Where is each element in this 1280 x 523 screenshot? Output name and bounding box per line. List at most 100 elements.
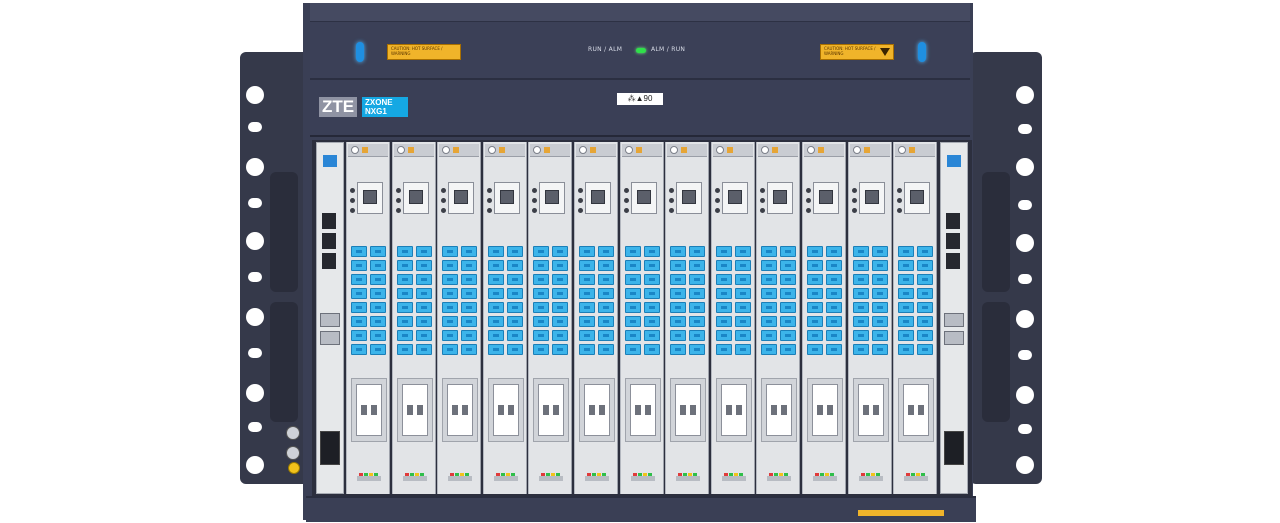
lc-port xyxy=(507,246,523,257)
lc-port-array xyxy=(898,246,934,358)
lc-port xyxy=(397,274,413,285)
optical-module xyxy=(767,182,793,214)
card-latch xyxy=(530,144,570,157)
latch-knob xyxy=(898,146,906,154)
lc-port xyxy=(826,316,842,327)
optical-port xyxy=(545,190,559,204)
mount-hole xyxy=(1016,234,1034,252)
status-leds xyxy=(359,462,383,477)
port xyxy=(322,213,336,229)
latch-knob xyxy=(351,146,359,154)
latch-tag xyxy=(544,147,550,153)
lc-port xyxy=(416,260,432,271)
lc-port xyxy=(670,316,686,327)
lc-port xyxy=(872,288,888,299)
service-card xyxy=(893,142,937,494)
lc-port xyxy=(826,330,842,341)
lc-port xyxy=(416,302,432,313)
latch-knob xyxy=(625,146,633,154)
id-plate: ⁂▲90 xyxy=(617,93,663,105)
optical-port xyxy=(553,405,559,415)
ethernet-port xyxy=(320,313,340,327)
lc-port xyxy=(397,246,413,257)
optical-module xyxy=(812,384,838,436)
lc-port-array xyxy=(579,246,615,358)
model-label: ZXONE NXG1 xyxy=(362,97,408,117)
lc-port xyxy=(533,288,549,299)
lc-port xyxy=(625,330,641,341)
lc-port xyxy=(552,246,568,257)
lc-port xyxy=(807,274,823,285)
optical-module xyxy=(494,182,520,214)
indicator-dot xyxy=(441,208,446,213)
lc-port xyxy=(397,302,413,313)
bottom-label xyxy=(858,510,944,516)
optical-module xyxy=(630,384,656,436)
optical-port xyxy=(910,190,924,204)
indicator-dot xyxy=(578,188,583,193)
right-rack-ear xyxy=(970,52,1042,484)
status-leds xyxy=(678,462,702,477)
lc-port xyxy=(625,260,641,271)
lc-port xyxy=(853,260,869,271)
status-leds xyxy=(541,462,565,477)
mount-slot xyxy=(1018,424,1032,434)
lc-port xyxy=(780,260,796,271)
lc-port xyxy=(644,260,660,271)
model-line-1: ZXONE xyxy=(365,98,393,107)
latch-tag xyxy=(499,147,505,153)
port xyxy=(946,253,960,269)
optical-module xyxy=(859,182,885,214)
ground-screw xyxy=(286,426,300,440)
lc-port xyxy=(780,274,796,285)
lc-port xyxy=(716,260,732,271)
indicator-dot xyxy=(852,198,857,203)
lc-port xyxy=(872,274,888,285)
lc-port xyxy=(853,288,869,299)
lc-port xyxy=(872,260,888,271)
optical-port xyxy=(500,190,514,204)
lc-port xyxy=(416,246,432,257)
lc-port xyxy=(917,288,933,299)
optical-port xyxy=(863,405,869,415)
lc-port xyxy=(507,288,523,299)
indicator-dot xyxy=(396,188,401,193)
fan-handle-led xyxy=(356,42,364,62)
service-card xyxy=(848,142,892,494)
lc-port xyxy=(461,288,477,299)
card-label xyxy=(357,476,381,481)
model-line-2: NXG1 xyxy=(365,107,387,116)
indicator-dot xyxy=(760,208,765,213)
card-label xyxy=(859,476,883,481)
service-card xyxy=(483,142,527,494)
service-card xyxy=(437,142,481,494)
service-card xyxy=(802,142,846,494)
lc-port xyxy=(670,330,686,341)
card-latch xyxy=(713,144,753,157)
optical-module xyxy=(448,182,474,214)
optical-port xyxy=(409,190,423,204)
lc-port xyxy=(507,330,523,341)
optical-module xyxy=(403,182,429,214)
lc-port xyxy=(761,330,777,341)
indicator-dot xyxy=(669,198,674,203)
lc-port xyxy=(872,246,888,257)
lc-port xyxy=(670,274,686,285)
lc-port xyxy=(552,260,568,271)
lc-port xyxy=(598,288,614,299)
optical-module xyxy=(721,384,747,436)
indicator-dot xyxy=(624,198,629,203)
latch-tag xyxy=(909,147,915,153)
lc-port xyxy=(917,316,933,327)
optical-port xyxy=(454,190,468,204)
optical-port xyxy=(498,405,504,415)
indicator-dot xyxy=(350,198,355,203)
lc-port xyxy=(872,316,888,327)
card-latch xyxy=(850,144,890,157)
lc-port-array xyxy=(716,246,752,358)
lc-port xyxy=(351,246,367,257)
lc-port xyxy=(689,302,705,313)
lc-port xyxy=(598,344,614,355)
optical-port xyxy=(508,405,514,415)
port xyxy=(322,253,336,269)
